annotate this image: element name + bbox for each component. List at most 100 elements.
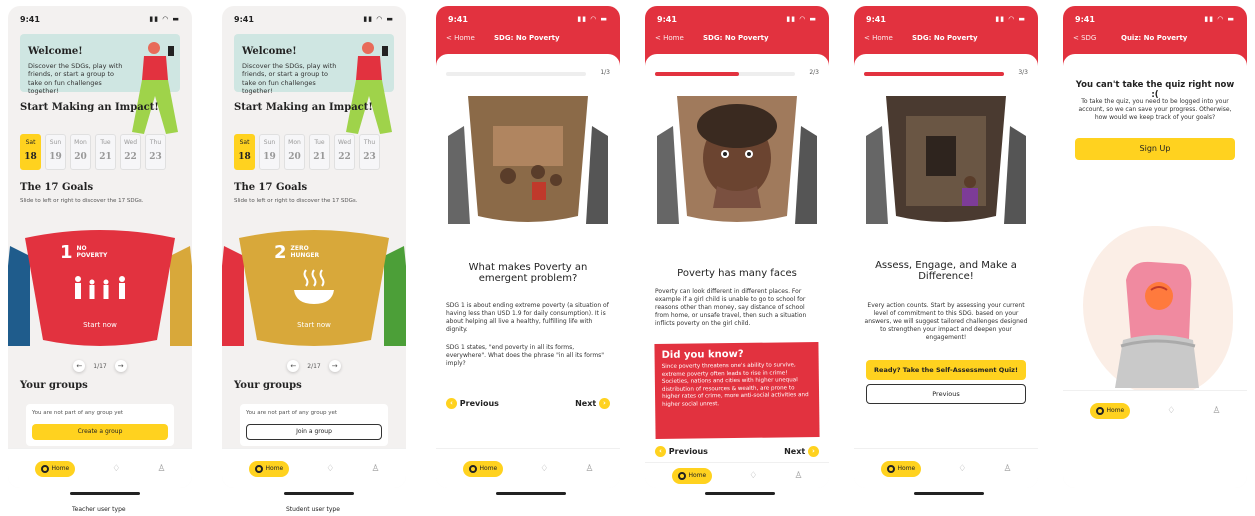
status-time: 9:41 <box>657 14 677 24</box>
day-item[interactable]: Wed 22 <box>334 134 355 170</box>
progress-fill <box>864 72 1004 76</box>
day-num: 21 <box>313 152 326 162</box>
nav-row: < Home SDG: No Poverty <box>446 34 610 42</box>
award-icon[interactable]: ♢ <box>112 464 120 474</box>
header-title: Quiz: No Poverty <box>1121 34 1188 42</box>
previous-button[interactable]: Previous <box>866 384 1026 404</box>
next-button[interactable]: Next › <box>575 398 610 409</box>
tab-home[interactable]: Home <box>1089 402 1131 419</box>
award-icon[interactable]: ♢ <box>958 464 966 474</box>
tab-home-label: Home <box>479 465 498 472</box>
lesson-photo <box>448 96 608 224</box>
groups-message: You are not part of any group yet <box>246 410 338 416</box>
tab-home[interactable]: Home <box>248 460 290 477</box>
back-button[interactable]: < Home <box>655 34 695 42</box>
day-dow: Sun <box>263 139 276 146</box>
previous-button[interactable]: ‹ Previous <box>446 398 499 409</box>
day-item[interactable]: Sun 19 <box>45 134 66 170</box>
award-icon[interactable]: ♢ <box>749 471 757 481</box>
status-bar: 9:41 ▮▮ ◠ ▬ <box>222 6 406 32</box>
self-assessment-quiz-button[interactable]: Ready? Take the Self-Assessment Quiz! <box>866 360 1026 380</box>
tab-home[interactable]: Home <box>462 460 504 477</box>
lesson-paragraph-1: Poverty can look different in different … <box>655 288 807 328</box>
day-item[interactable]: Sat 18 <box>20 134 41 170</box>
lesson-photo <box>866 96 1026 224</box>
progress-bar <box>864 72 1004 76</box>
lesson-nav: ‹ Previous Next › <box>655 446 819 457</box>
award-icon[interactable]: ♢ <box>326 464 334 474</box>
goals-title: The 17 Goals <box>20 182 94 193</box>
welcome-text: Discover the SDGs, play with friends, or… <box>28 62 123 96</box>
day-item[interactable]: Thu 23 <box>145 134 166 170</box>
home-indicator <box>284 492 354 495</box>
chevron-right-icon: › <box>808 446 819 457</box>
welcome-title: Welcome! <box>28 46 83 57</box>
quiz-blocked-text: To take the quiz, you need to be logged … <box>1078 98 1232 122</box>
award-icon[interactable]: ♢ <box>1167 406 1175 416</box>
lesson-screen-1: 9:41 ▮▮ ◠ ▬ < Home SDG: No Poverty 1/3 W… <box>436 6 620 488</box>
join-group-button[interactable]: Join a group <box>246 424 382 440</box>
back-button[interactable]: < Home <box>446 34 486 42</box>
home-indicator <box>705 492 775 495</box>
tab-bar: Home ♢ ♙ <box>1063 390 1247 430</box>
groups-message: You are not part of any group yet <box>32 410 124 416</box>
start-now-button[interactable]: Start now <box>8 321 192 329</box>
groups-box: You are not part of any group yet Join a… <box>240 404 388 446</box>
day-dow: Tue <box>314 139 325 146</box>
back-button[interactable]: < Home <box>864 34 904 42</box>
tab-home-label: Home <box>51 465 70 472</box>
progress-count: 3/3 <box>1018 69 1028 76</box>
goals-subtitle: Slide to left or right to discover the 1… <box>234 198 358 204</box>
status-bar: 9:41 ▮▮ ◠ ▬ <box>436 6 620 32</box>
goal-heading: 1 NO POVERTY <box>60 242 117 263</box>
create-group-button[interactable]: Create a group <box>32 424 168 440</box>
profile-icon[interactable]: ♙ <box>157 464 165 474</box>
goals-title: The 17 Goals <box>234 182 308 193</box>
did-you-know-text: Since poverty threatens one's ability to… <box>661 362 809 408</box>
day-item[interactable]: Mon 20 <box>284 134 305 170</box>
did-you-know-title: Did you know? <box>661 348 744 361</box>
arrow-right-icon[interactable]: → <box>114 360 127 372</box>
student-caption: Student user type <box>286 506 340 513</box>
next-button[interactable]: Next › <box>784 446 819 457</box>
lesson-paragraph-1: Every action counts. Start by assessing … <box>864 302 1028 342</box>
welcome-banner: Welcome! Discover the SDGs, play with fr… <box>234 34 394 134</box>
profile-icon[interactable]: ♙ <box>585 464 593 474</box>
back-button[interactable]: < SDG <box>1073 34 1113 42</box>
tab-home[interactable]: Home <box>880 460 922 477</box>
home-icon <box>886 464 895 473</box>
day-item[interactable]: Mon 20 <box>70 134 91 170</box>
chevron-left-icon: ‹ <box>655 446 666 457</box>
tab-home[interactable]: Home <box>671 467 713 484</box>
welcome-illustration <box>132 42 178 134</box>
profile-icon[interactable]: ♙ <box>371 464 379 474</box>
day-item[interactable]: Thu 23 <box>359 134 380 170</box>
day-item[interactable]: Sun 19 <box>259 134 280 170</box>
day-item[interactable]: Sat 18 <box>234 134 255 170</box>
goal-pager: ← 2/17 → <box>222 360 406 372</box>
profile-icon[interactable]: ♙ <box>794 471 802 481</box>
day-item[interactable]: Tue 21 <box>309 134 330 170</box>
arrow-left-icon[interactable]: ← <box>287 360 300 372</box>
profile-icon[interactable]: ♙ <box>1003 464 1011 474</box>
day-dow: Sat <box>25 139 36 146</box>
sign-up-button[interactable]: Sign Up <box>1075 138 1235 160</box>
tab-bar: Home ♢ ♙ <box>222 448 406 488</box>
lesson-screen-2: 9:41 ▮▮ ◠ ▬ < Home SDG: No Poverty 2/3 P… <box>645 6 829 488</box>
award-icon[interactable]: ♢ <box>540 464 548 474</box>
previous-button[interactable]: ‹ Previous <box>655 446 708 457</box>
arrow-right-icon[interactable]: → <box>328 360 341 372</box>
lesson-title: What makes Poverty an emergent problem? <box>468 262 588 284</box>
tab-home[interactable]: Home <box>34 460 76 477</box>
impact-title: Start Making an Impact! <box>234 102 373 113</box>
tab-bar: Home ♢ ♙ <box>645 462 829 488</box>
previous-label: Previous <box>668 447 708 456</box>
day-item[interactable]: Wed 22 <box>120 134 141 170</box>
day-item[interactable]: Tue 21 <box>95 134 116 170</box>
welcome-title: Welcome! <box>242 46 297 57</box>
day-selector: Sat 18 Sun 19 Mon 20 Tue 21 Wed 22 Thu 23 <box>20 134 166 170</box>
progress-bar <box>655 72 795 76</box>
profile-icon[interactable]: ♙ <box>1212 406 1220 416</box>
arrow-left-icon[interactable]: ← <box>73 360 86 372</box>
start-now-button[interactable]: Start now <box>222 321 406 329</box>
